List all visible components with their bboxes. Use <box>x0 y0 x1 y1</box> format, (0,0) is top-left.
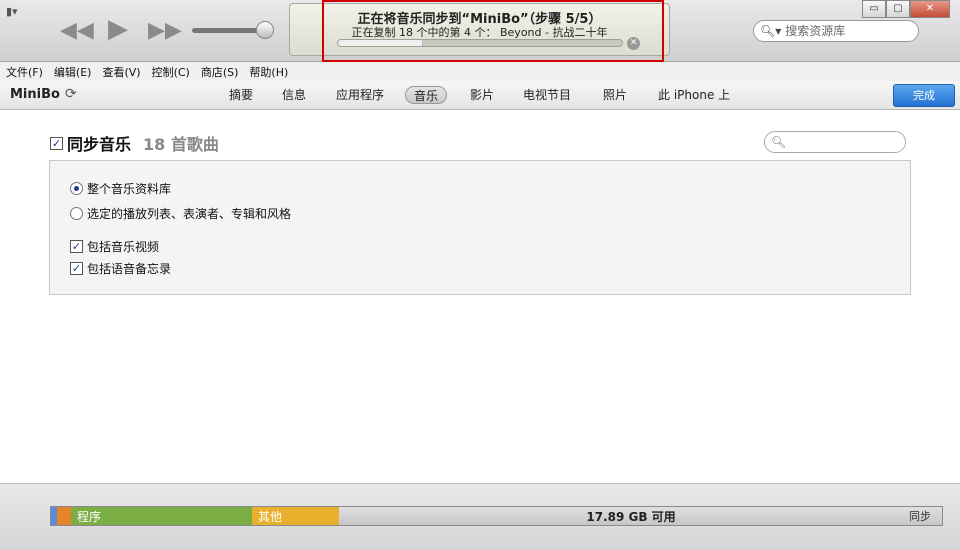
include-memos-checkbox[interactable]: ✓ <box>70 262 83 275</box>
close-button[interactable]: ✕ <box>910 0 950 18</box>
device-name[interactable]: MiniBo <box>10 87 60 102</box>
tab-2[interactable]: 应用程序 <box>328 86 392 104</box>
include-videos-checkbox[interactable]: ✓ <box>70 240 83 253</box>
menu-item[interactable]: 查看(V) <box>102 64 140 80</box>
title-toolbar: ▮▾ ◀◀ ▶ ▶▶ 正在将音乐同步到“MiniBo”（步骤 5/5） 正在复制… <box>0 0 960 62</box>
include-memos-label: 包括语音备忘录 <box>87 262 172 276</box>
free-space-label: 17.89 GB 可用 <box>586 510 676 524</box>
menu-item[interactable]: 文件(F) <box>6 64 43 80</box>
library-search-input[interactable] <box>785 24 916 38</box>
selected-items-radio[interactable] <box>70 207 83 220</box>
capacity-segment: 程序 <box>71 507 252 525</box>
window-controls: ▭ ▢ ✕ <box>862 0 950 18</box>
entire-library-label: 整个音乐资料库 <box>87 182 172 196</box>
device-bar: MiniBo ⟳ 摘要 信息 应用程序 音乐 影片 电视节目 照片此 iPhone 上 <box>0 81 960 110</box>
window-menu-icon[interactable]: ▮▾ <box>6 5 32 18</box>
menu-item[interactable]: 编辑(E) <box>54 64 92 80</box>
play-icon[interactable]: ▶ <box>108 14 128 44</box>
capacity-segment: 其他 <box>252 507 339 525</box>
song-count: 18 首歌曲 <box>143 135 219 154</box>
sync-options-panel: 整个音乐资料库 选定的播放列表、表演者、专辑和风格 ✓ 包括音乐视频 ✓ 包括语… <box>49 160 911 295</box>
previous-icon[interactable]: ◀◀ <box>60 18 94 43</box>
highlight-box <box>322 0 664 62</box>
volume-knob[interactable] <box>256 21 274 39</box>
next-icon[interactable]: ▶▶ <box>148 18 182 43</box>
entire-library-radio[interactable] <box>70 182 83 195</box>
tab-0[interactable]: 摘要 <box>221 86 261 104</box>
maximize-button[interactable]: ▢ <box>886 0 910 18</box>
volume-slider[interactable] <box>192 28 262 33</box>
tab-5[interactable]: 电视节目 <box>515 86 579 104</box>
menu-bar: 文件(F) 编辑(E) 查看(V) 控制(C) 商店(S) 帮助(H) <box>0 62 960 81</box>
selected-items-label: 选定的播放列表、表演者、专辑和风格 <box>87 207 292 221</box>
search-icon: 🔍︎ <box>771 135 787 149</box>
tab-6[interactable]: 照片 <box>595 86 635 104</box>
include-videos-label: 包括音乐视频 <box>87 240 160 254</box>
minimize-button[interactable]: ▭ <box>862 0 886 18</box>
menu-item[interactable]: 帮助(H) <box>249 64 288 80</box>
option-include-memos[interactable]: ✓ 包括语音备忘录 <box>70 260 171 277</box>
menu-item[interactable]: 控制(C) <box>152 64 190 80</box>
library-search[interactable]: 🔍︎▾ <box>753 20 919 42</box>
sync-music-checkbox[interactable]: ✓ <box>50 136 63 150</box>
sync-music-label: 同步音乐 <box>67 135 132 154</box>
tab-1[interactable]: 信息 <box>274 86 314 104</box>
sync-music-header: ✓ 同步音乐 18 首歌曲 <box>50 132 219 154</box>
menu-item[interactable]: 商店(S) <box>201 64 239 80</box>
tab-7[interactable]: 此 iPhone 上 <box>650 86 738 104</box>
option-selected-items[interactable]: 选定的播放列表、表演者、专辑和风格 <box>70 205 291 222</box>
capacity-segment <box>57 507 71 525</box>
option-include-videos[interactable]: ✓ 包括音乐视频 <box>70 238 159 255</box>
search-icon: 🔍︎▾ <box>760 24 782 38</box>
option-entire-library[interactable]: 整个音乐资料库 <box>70 180 171 197</box>
sync-button[interactable]: 同步 <box>896 507 942 525</box>
done-button[interactable]: 完成 <box>893 84 955 107</box>
music-search-input[interactable]: 🔍︎ <box>764 131 906 153</box>
capacity-bar: 程序 其他 17.89 GB 可用 同步 <box>50 506 943 526</box>
tab-3[interactable]: 音乐 <box>405 86 448 104</box>
tab-4[interactable]: 影片 <box>462 86 502 104</box>
sync-icon: ⟳ <box>65 86 77 102</box>
